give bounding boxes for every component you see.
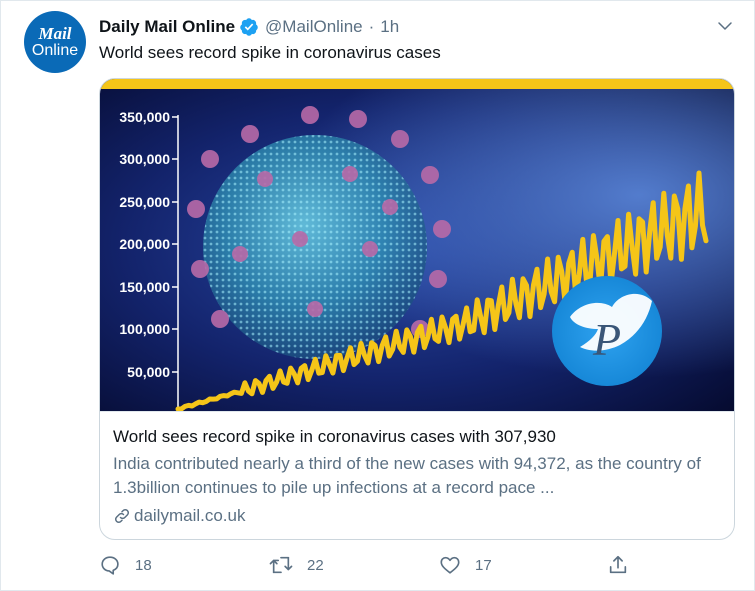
reply-button[interactable]: 18 xyxy=(99,551,152,579)
card-domain: dailymail.co.uk xyxy=(113,505,720,527)
heart-icon xyxy=(440,556,460,574)
y-tick-label: 300,000 xyxy=(119,151,170,167)
tweet[interactable]: Mail Online Daily Mail Online @MailOnlin… xyxy=(0,0,755,591)
chevron-down-icon[interactable] xyxy=(714,15,736,37)
retweet-button[interactable]: 22 xyxy=(269,551,324,579)
timestamp[interactable]: 1h xyxy=(380,17,399,37)
y-tick-label: 100,000 xyxy=(119,321,170,337)
watermark-badge-icon: P xyxy=(552,276,662,386)
like-count: 17 xyxy=(475,556,492,574)
card-body[interactable]: World sees record spike in coronavirus c… xyxy=(100,411,734,527)
reply-icon xyxy=(101,556,119,575)
y-tick-label: 350,000 xyxy=(119,109,170,125)
tweet-actions: 18 22 17 xyxy=(99,551,739,579)
avatar-line1: Mail xyxy=(38,23,72,43)
share-button[interactable] xyxy=(607,551,643,579)
avatar[interactable]: Mail Online xyxy=(24,11,86,73)
reply-count: 18 xyxy=(135,556,152,574)
like-button[interactable]: 17 xyxy=(439,551,492,579)
author-name[interactable]: Daily Mail Online xyxy=(99,17,235,37)
separator-dot: · xyxy=(368,17,375,36)
y-tick-label: 150,000 xyxy=(119,279,170,295)
avatar-line2: Online xyxy=(31,41,79,59)
retweet-icon xyxy=(269,556,293,574)
card-title: World sees record spike in coronavirus c… xyxy=(113,427,556,446)
y-tick-label: 50,000 xyxy=(127,364,170,380)
author-handle[interactable]: @MailOnline xyxy=(265,17,363,37)
link-card[interactable]: 350,000 300,000 250,000 200,000 150,000 … xyxy=(99,78,735,540)
share-icon xyxy=(609,555,627,574)
watermark-letter: P xyxy=(592,314,621,365)
chart-banner xyxy=(100,79,734,89)
card-domain-text: dailymail.co.uk xyxy=(134,506,246,525)
y-tick-label: 250,000 xyxy=(119,194,170,210)
tweet-text: World sees record spike in coronavirus c… xyxy=(99,43,441,62)
y-tick-label: 200,000 xyxy=(119,236,170,252)
card-description: India contributed nearly a third of the … xyxy=(113,454,701,497)
tweet-header: Daily Mail Online @MailOnline · 1h xyxy=(99,15,399,39)
retweet-count: 22 xyxy=(307,556,324,574)
verified-badge-icon xyxy=(239,17,259,37)
card-image-graphic: 350,000 300,000 250,000 200,000 150,000 … xyxy=(100,79,734,412)
link-icon xyxy=(114,508,130,524)
card-image[interactable]: 350,000 300,000 250,000 200,000 150,000 … xyxy=(100,79,734,412)
